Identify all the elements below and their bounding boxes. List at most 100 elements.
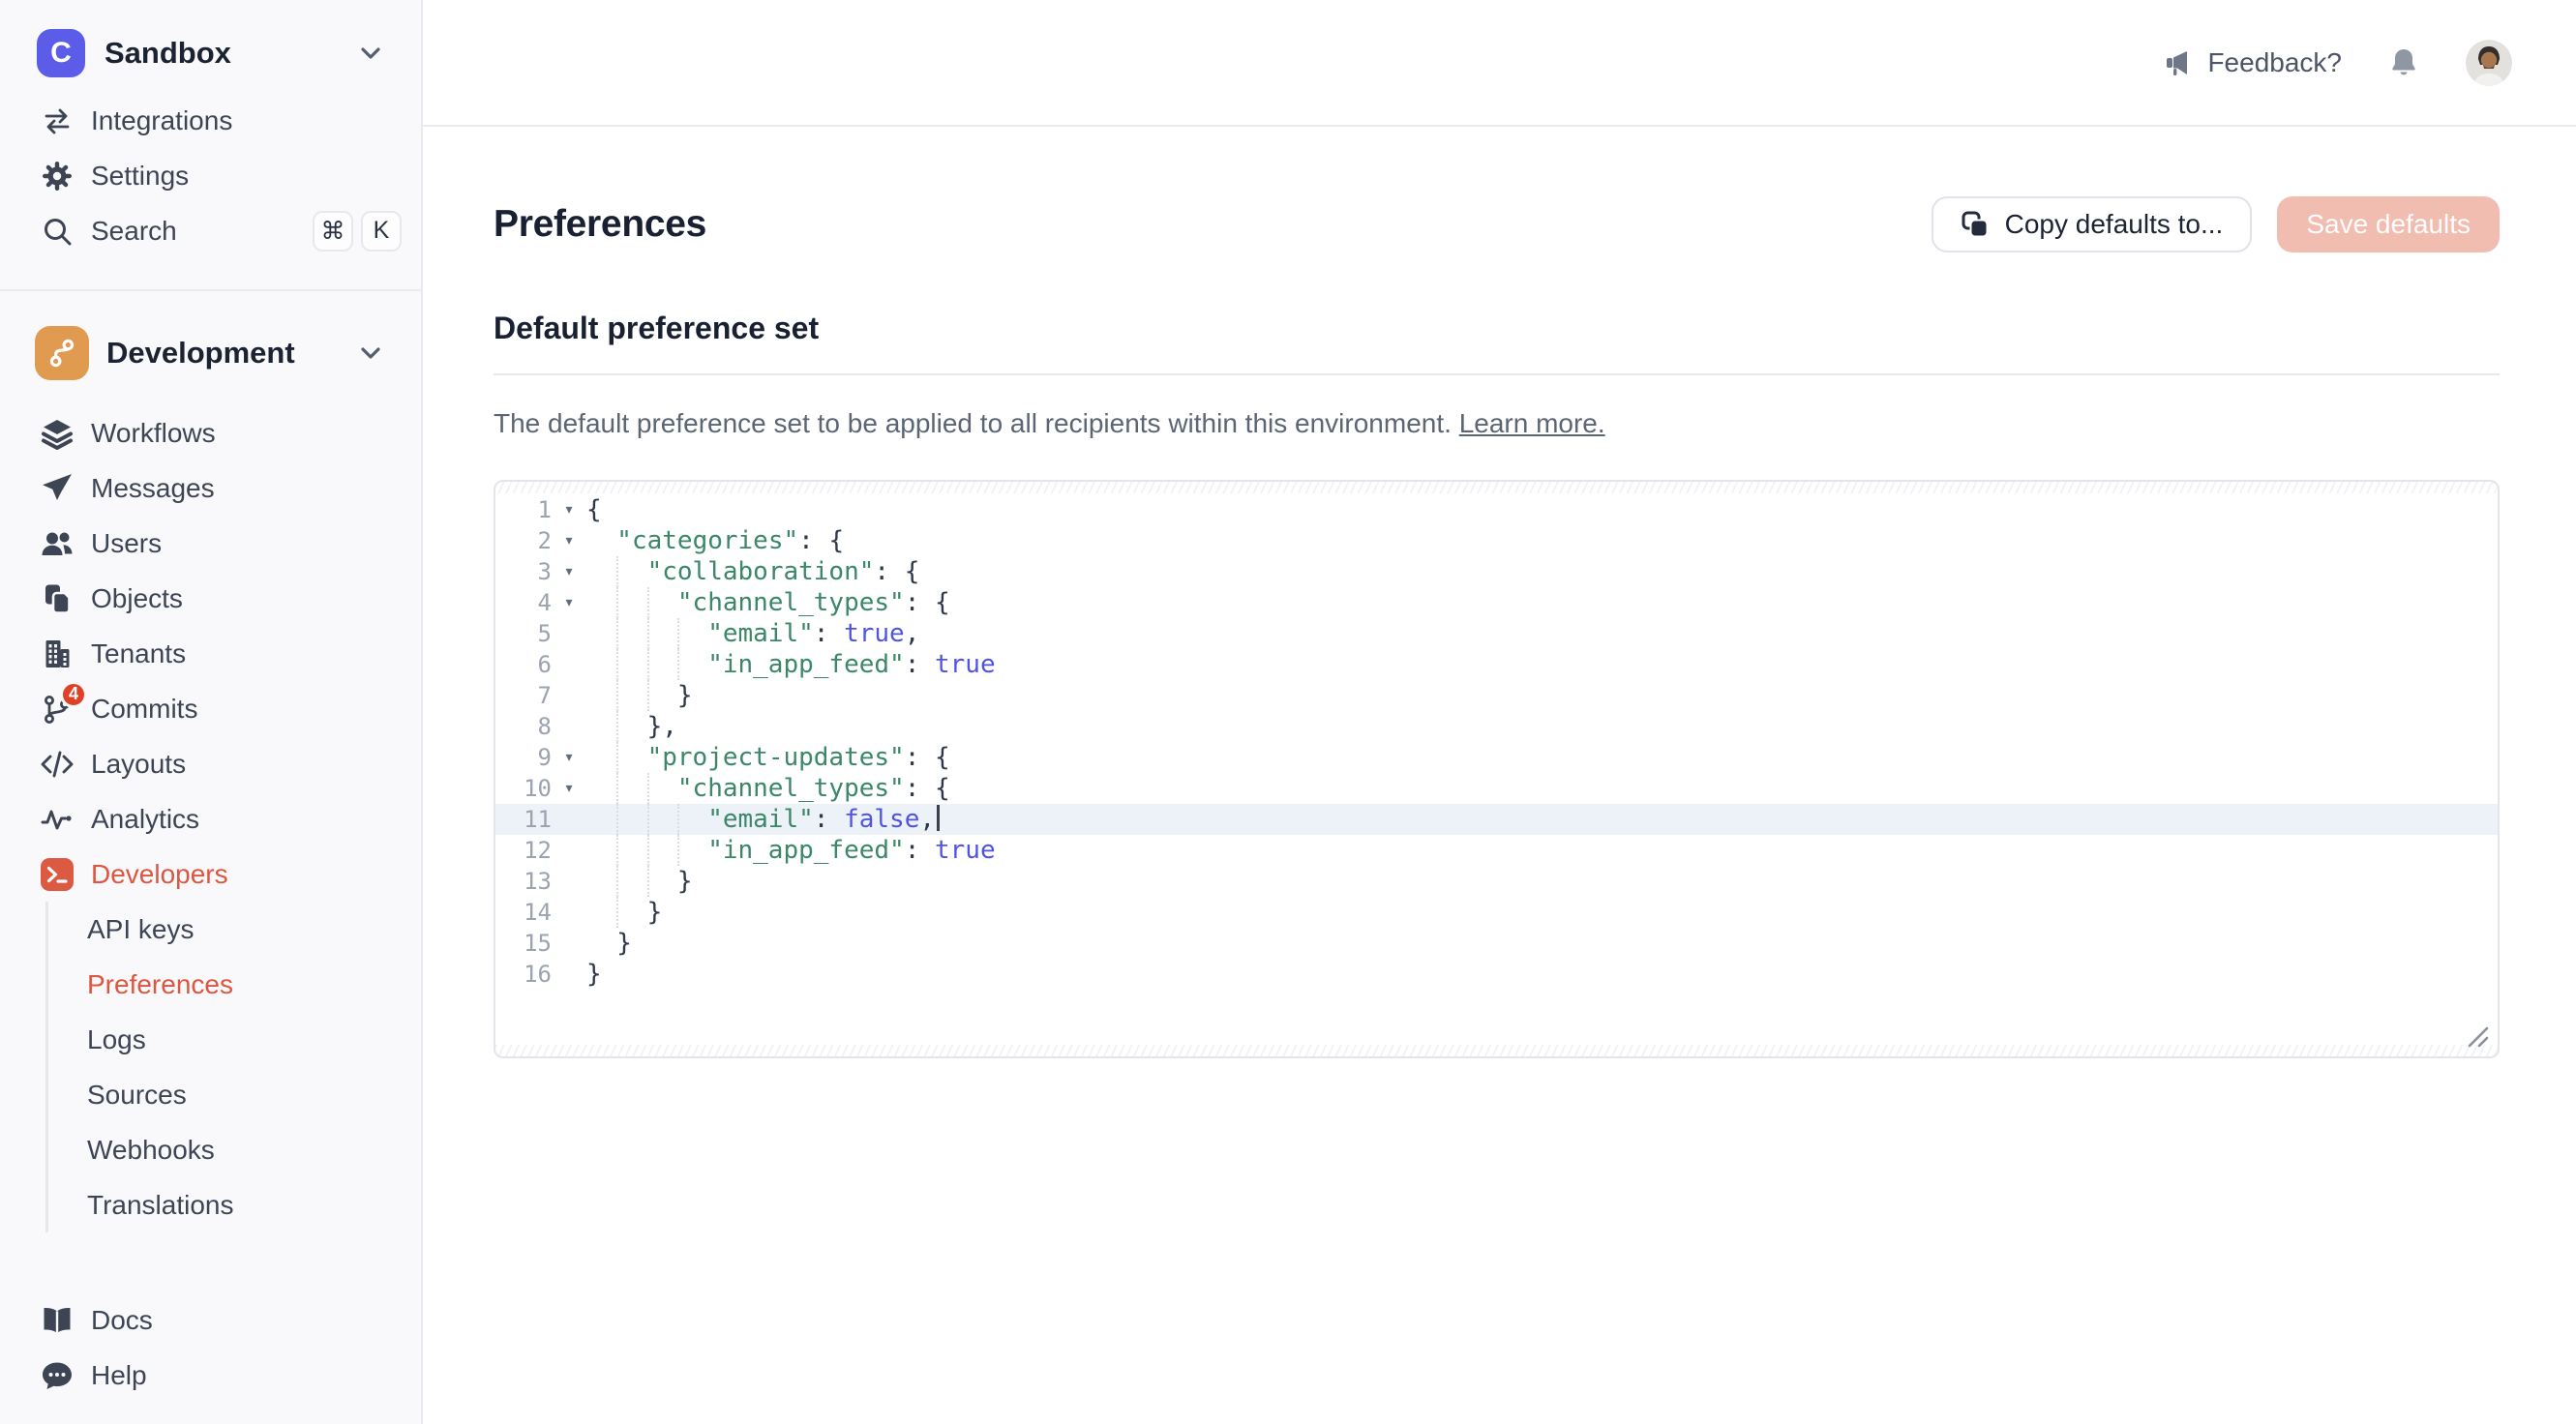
line-number: 8 bbox=[495, 711, 552, 742]
fold-arrow-icon[interactable]: ▾ bbox=[552, 494, 586, 525]
indent-guide bbox=[647, 835, 677, 866]
sidebar-item-label: Objects bbox=[91, 583, 402, 614]
sidebar-item-search[interactable]: Search⌘K bbox=[0, 203, 421, 258]
sidebar-item-layouts[interactable]: Layouts bbox=[0, 736, 421, 791]
json-key: "email" bbox=[707, 619, 814, 648]
code-line-14[interactable]: 14} bbox=[495, 897, 2498, 928]
sidebar-item-analytics[interactable]: Analytics bbox=[0, 791, 421, 846]
fold-arrow-icon[interactable]: ▾ bbox=[552, 587, 586, 618]
sidebar-item-webhooks[interactable]: Webhooks bbox=[48, 1122, 421, 1177]
sidebar-item-logs[interactable]: Logs bbox=[48, 1012, 421, 1067]
sidebar-item-sources[interactable]: Sources bbox=[48, 1067, 421, 1122]
code-line-3[interactable]: 3▾"collaboration": { bbox=[495, 556, 2498, 587]
workspace-name: Sandbox bbox=[105, 36, 336, 71]
search-shortcut: ⌘K bbox=[313, 211, 402, 252]
analytics-icon bbox=[39, 801, 75, 838]
indent-guide bbox=[616, 587, 646, 618]
json-boolean: true bbox=[935, 836, 996, 865]
sidebar-item-label: Commits bbox=[91, 694, 402, 725]
sidebar-item-preferences[interactable]: Preferences bbox=[48, 957, 421, 1012]
json-key: "channel_types" bbox=[677, 774, 905, 803]
code-line-7[interactable]: 7} bbox=[495, 680, 2498, 711]
learn-more-link[interactable]: Learn more. bbox=[1459, 408, 1605, 438]
code-line-16[interactable]: 16} bbox=[495, 959, 2498, 990]
sidebar-item-developers[interactable]: Developers bbox=[0, 846, 421, 902]
code-line-2[interactable]: 2▾"categories": { bbox=[495, 525, 2498, 556]
fold-arrow-icon[interactable]: ▾ bbox=[552, 773, 586, 804]
sidebar-item-integrations[interactable]: Integrations bbox=[0, 93, 421, 148]
search-icon bbox=[39, 213, 75, 250]
sidebar-top-nav: IntegrationsSettingsSearch⌘K bbox=[0, 93, 421, 258]
indent-guide bbox=[616, 711, 646, 742]
fold-arrow-icon[interactable]: ▾ bbox=[552, 525, 586, 556]
indent-guide bbox=[586, 773, 616, 804]
workspace-switcher[interactable]: C Sandbox bbox=[0, 0, 421, 93]
megaphone-icon bbox=[2161, 47, 2192, 78]
json-key: "in_app_feed" bbox=[707, 836, 905, 865]
line-number: 15 bbox=[495, 928, 552, 959]
section-description: The default preference set to be applied… bbox=[494, 408, 2500, 439]
code-line-4[interactable]: 4▾"channel_types": { bbox=[495, 587, 2498, 618]
sidebar-item-label: Logs bbox=[87, 1024, 421, 1055]
line-number: 1 bbox=[495, 494, 552, 525]
code-line-1[interactable]: 1▾{ bbox=[495, 494, 2498, 525]
kbd-cmd: ⌘ bbox=[313, 211, 353, 252]
indent-guide bbox=[677, 804, 707, 835]
indent-guide bbox=[616, 897, 646, 928]
resize-handle[interactable] bbox=[2464, 1023, 2491, 1050]
indent-guide bbox=[586, 835, 616, 866]
save-defaults-label: Save defaults bbox=[2306, 209, 2471, 240]
sidebar-item-api-keys[interactable]: API keys bbox=[48, 902, 421, 957]
user-avatar[interactable] bbox=[2466, 40, 2512, 86]
line-number: 14 bbox=[495, 897, 552, 928]
indent-guide bbox=[586, 742, 616, 773]
indent-guide bbox=[677, 835, 707, 866]
json-key: "categories" bbox=[616, 526, 798, 555]
json-punctuation: : bbox=[905, 836, 935, 865]
indent-guide bbox=[616, 866, 646, 897]
notifications-bell-icon[interactable] bbox=[2386, 45, 2421, 80]
sidebar-item-workflows[interactable]: Workflows bbox=[0, 405, 421, 460]
indent-guide bbox=[647, 618, 677, 649]
main-area: Feedback? Preferences Copy defaults to..… bbox=[423, 0, 2576, 1424]
indent-guide bbox=[586, 928, 616, 959]
feedback-label: Feedback? bbox=[2207, 47, 2342, 78]
json-punctuation: } bbox=[647, 898, 663, 927]
sidebar-item-users[interactable]: Users bbox=[0, 516, 421, 571]
sidebar-item-commits[interactable]: 4Commits bbox=[0, 681, 421, 736]
fold-arrow-icon[interactable]: ▾ bbox=[552, 556, 586, 587]
indent-guide bbox=[586, 680, 616, 711]
workflows-icon bbox=[39, 415, 75, 452]
indent-guide bbox=[647, 866, 677, 897]
sidebar-item-settings[interactable]: Settings bbox=[0, 148, 421, 203]
code-line-5[interactable]: 5"email": true, bbox=[495, 618, 2498, 649]
code-line-9[interactable]: 9▾"project-updates": { bbox=[495, 742, 2498, 773]
line-number: 12 bbox=[495, 835, 552, 866]
sidebar-item-docs[interactable]: Docs bbox=[0, 1292, 421, 1348]
feedback-button[interactable]: Feedback? bbox=[2161, 47, 2342, 78]
code-area: 1▾{2▾"categories": {3▾"collaboration": {… bbox=[495, 482, 2498, 990]
sidebar-item-messages[interactable]: Messages bbox=[0, 460, 421, 516]
sidebar-item-translations[interactable]: Translations bbox=[48, 1177, 421, 1232]
json-punctuation: : bbox=[814, 805, 844, 834]
code-line-11[interactable]: 11"email": false, bbox=[495, 804, 2498, 835]
code-line-10[interactable]: 10▾"channel_types": { bbox=[495, 773, 2498, 804]
line-number: 3 bbox=[495, 556, 552, 587]
copy-defaults-button[interactable]: Copy defaults to... bbox=[1932, 196, 2253, 252]
environment-switcher[interactable]: Development bbox=[0, 291, 421, 380]
preferences-json-editor[interactable]: 1▾{2▾"categories": {3▾"collaboration": {… bbox=[494, 480, 2500, 1058]
section-title: Default preference set bbox=[494, 311, 2500, 346]
sidebar-item-tenants[interactable]: Tenants bbox=[0, 626, 421, 681]
code-line-8[interactable]: 8}, bbox=[495, 711, 2498, 742]
code-line-6[interactable]: 6"in_app_feed": true bbox=[495, 649, 2498, 680]
indent-guide bbox=[586, 587, 616, 618]
sidebar-item-help[interactable]: Help bbox=[0, 1348, 421, 1403]
sidebar-item-objects[interactable]: Objects bbox=[0, 571, 421, 626]
json-key: "project-updates" bbox=[647, 743, 905, 772]
code-line-12[interactable]: 12 "in_app_feed": true bbox=[495, 835, 2498, 866]
sidebar-item-label: Messages bbox=[91, 473, 402, 504]
fold-arrow-icon[interactable]: ▾ bbox=[552, 742, 586, 773]
code-line-15[interactable]: 15} bbox=[495, 928, 2498, 959]
save-defaults-button[interactable]: Save defaults bbox=[2277, 196, 2500, 252]
code-line-13[interactable]: 13} bbox=[495, 866, 2498, 897]
